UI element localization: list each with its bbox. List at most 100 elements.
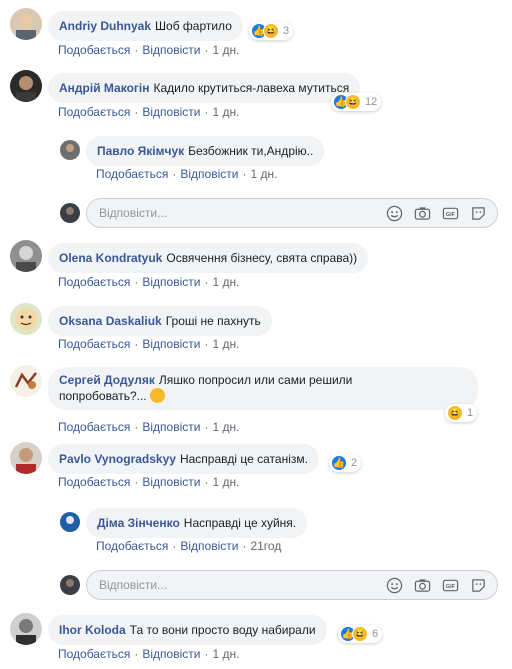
avatar[interactable] [10, 70, 42, 102]
reply-bubble: Діма Зінченко Насправді це хуйня. [86, 508, 308, 538]
comment-text: Шоб фартило [155, 19, 232, 33]
comment-bubble: Андрій Макогін Кадило крутиться-лавеха му… [48, 73, 361, 103]
comment-author[interactable]: Сергей Додуляк [59, 373, 155, 387]
comment-meta: Подобається · Відповісти · 1 дн. [58, 337, 240, 351]
reactions-badge[interactable]: 👍 😆 3 [249, 22, 294, 40]
reply-link[interactable]: Відповісти [142, 337, 200, 351]
comment-time[interactable]: 1 дн. [212, 105, 239, 119]
reply-link[interactable]: Відповісти [142, 275, 200, 289]
camera-icon[interactable] [413, 204, 431, 222]
comment-bubble: Olena Kondratyuk Освячення бізнесу, свята… [48, 243, 369, 273]
avatar[interactable] [60, 512, 80, 532]
avatar[interactable] [10, 240, 42, 272]
comment-meta: Подобається · Відповісти · 1 дн. [58, 275, 240, 289]
smile-emoji-icon [149, 388, 165, 403]
comment-time[interactable]: 1 дн. [212, 337, 239, 351]
like-link[interactable]: Подобається [96, 167, 168, 181]
comment-author[interactable]: Павло Якімчук [97, 144, 184, 158]
sticker-icon[interactable] [469, 204, 487, 222]
reactions-badge[interactable]: 👍 😆 12 [331, 93, 382, 111]
gif-icon[interactable]: GIF [441, 204, 459, 222]
comment-author[interactable]: Ihor Koloda [59, 623, 126, 637]
reaction-count: 12 [365, 96, 378, 108]
reply-link[interactable]: Відповісти [142, 647, 200, 661]
comment-time[interactable]: 1 дн. [212, 647, 239, 661]
like-link[interactable]: Подобається [58, 647, 130, 661]
comment-text: Кадило крутиться-лавеха мутиться [153, 81, 350, 95]
reply-placeholder: Відповісти... [99, 578, 168, 592]
reactions-badge[interactable]: 👍 2 [329, 454, 362, 472]
like-link[interactable]: Подобається [58, 105, 130, 119]
like-link[interactable]: Подобається [96, 539, 168, 553]
comment-bubble: Andriy Duhnyak Шоб фартило [48, 11, 243, 41]
avatar[interactable] [10, 365, 42, 397]
comment-author[interactable]: Andriy Duhnyak [59, 19, 151, 33]
comment-meta: Подобається · Відповісти · 1 дн. [96, 167, 278, 181]
avatar[interactable] [10, 303, 42, 335]
comment-text: Ляшко попросил или сами решили [158, 373, 353, 387]
haha-reaction-icon: 😆 [345, 94, 361, 110]
comment-time[interactable]: 1 дн. [212, 475, 239, 489]
comment-bubble: Ihor Koloda Та то вони просто воду набира… [48, 615, 327, 645]
reactions-badge[interactable]: 👍 😆 6 [338, 625, 383, 643]
reaction-count: 6 [372, 628, 379, 640]
comment-author[interactable]: Андрій Макогін [59, 81, 149, 95]
smiley-icon[interactable] [385, 576, 403, 594]
camera-icon[interactable] [413, 576, 431, 594]
avatar [60, 203, 80, 223]
comment-time[interactable]: 1 дн. [212, 43, 239, 57]
reply-link[interactable]: Відповісти [142, 475, 200, 489]
reaction-count: 1 [467, 407, 474, 419]
comment-text: Безбожник ти,Андрію.. [188, 144, 314, 158]
gif-icon[interactable]: GIF [441, 576, 459, 594]
sticker-icon[interactable] [469, 576, 487, 594]
haha-reaction-icon: 😆 [263, 23, 279, 39]
like-link[interactable]: Подобається [58, 275, 130, 289]
comment-text: Та то вони просто воду набирали [129, 623, 316, 637]
comment-time[interactable]: 1 дн. [250, 167, 277, 181]
reply-bubble: Павло Якімчук Безбожник ти,Андрію.. [86, 136, 325, 166]
comment-text: Освячення бізнесу, свята справа)) [166, 251, 358, 265]
reply-placeholder: Відповісти... [99, 206, 168, 220]
comment-author[interactable]: Oksana Daskaliuk [59, 314, 162, 328]
reaction-count: 2 [351, 457, 358, 469]
comment-author[interactable]: Olena Kondratyuk [59, 251, 162, 265]
avatar[interactable] [10, 442, 42, 474]
comment-text: Насправді це сатанізм. [179, 452, 308, 466]
reaction-count: 3 [283, 25, 290, 37]
comment-bubble: Oksana Daskaliuk Гроші не пахнуть [48, 306, 272, 336]
comment-meta: Подобається · Відповісти · 1 дн. [58, 105, 240, 119]
avatar[interactable] [60, 140, 80, 160]
comment-bubble: Сергей Додуляк Ляшко попросил или сами ре… [48, 367, 478, 410]
avatar[interactable] [10, 613, 42, 645]
haha-reaction-icon: 😆 [352, 626, 368, 642]
comment-text: Гроші не пахнуть [165, 314, 261, 328]
comment-author[interactable]: Pavlo Vynogradskyy [59, 452, 176, 466]
like-link[interactable]: Подобається [58, 337, 130, 351]
comment-meta: Подобається · Відповісти · 1 дн. [58, 43, 240, 57]
reply-link[interactable]: Відповісти [142, 105, 200, 119]
reply-link[interactable]: Відповісти [142, 43, 200, 57]
like-link[interactable]: Подобається [58, 420, 130, 434]
svg-text:GIF: GIF [445, 583, 455, 589]
comment-time[interactable]: 21год [250, 539, 281, 553]
reply-link[interactable]: Відповісти [180, 539, 238, 553]
reactions-badge[interactable]: 😆 1 [445, 404, 478, 422]
like-reaction-icon: 👍 [331, 455, 347, 471]
comment-author[interactable]: Діма Зінченко [97, 516, 180, 530]
comment-time[interactable]: 1 дн. [212, 420, 239, 434]
comment-text-line2: попробовать?... [59, 389, 147, 403]
comment-time[interactable]: 1 дн. [212, 275, 239, 289]
like-link[interactable]: Подобається [58, 43, 130, 57]
like-link[interactable]: Подобається [58, 475, 130, 489]
smiley-icon[interactable] [385, 204, 403, 222]
avatar [60, 575, 80, 595]
avatar[interactable] [10, 8, 42, 40]
reply-input[interactable]: Відповісти... GIF [86, 570, 498, 600]
comment-meta: Подобається · Відповісти · 1 дн. [58, 647, 240, 661]
reply-link[interactable]: Відповісти [142, 420, 200, 434]
reply-link[interactable]: Відповісти [180, 167, 238, 181]
reply-input[interactable]: Відповісти... GIF [86, 198, 498, 228]
haha-reaction-icon: 😆 [447, 405, 463, 421]
comment-meta: Подобається · Відповісти · 1 дн. [58, 420, 240, 434]
